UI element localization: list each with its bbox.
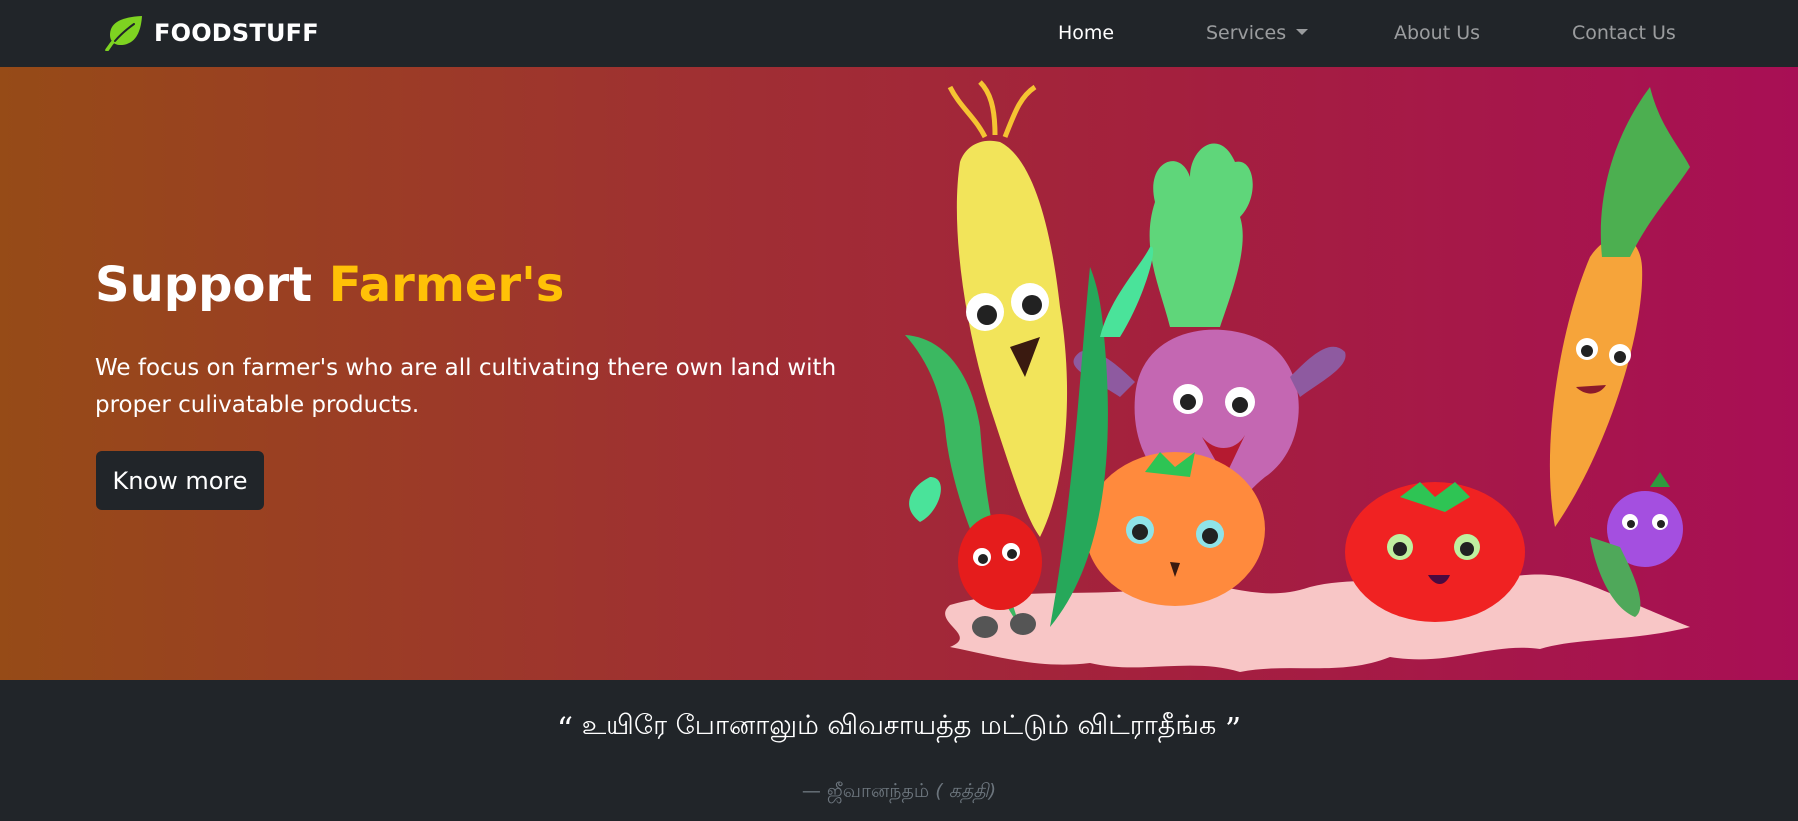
caret-down-icon xyxy=(1296,29,1309,35)
quote-text: “ உயிரே போனாலும் விவசாயத்த மட்டும் விட்ர… xyxy=(0,710,1798,748)
brand-link[interactable]: FOODSTUFF xyxy=(104,14,319,52)
brand-name: FOODSTUFF xyxy=(154,19,319,47)
vegetables-illustration xyxy=(905,80,1690,672)
nav-services-label: Services xyxy=(1206,22,1287,44)
quote-source: ( கத்தி) xyxy=(935,780,997,802)
nav-contact-us[interactable]: Contact Us xyxy=(1572,21,1676,45)
quote-section: “ உயிரே போனாலும் விவசாயத்த மட்டும் விட்ர… xyxy=(0,680,1798,821)
know-more-button[interactable]: Know more xyxy=(96,451,264,510)
nav-about-us[interactable]: About Us xyxy=(1394,21,1480,45)
attribution-dash: — xyxy=(801,780,821,802)
hero-title-prefix: Support xyxy=(95,257,313,313)
quote-body: உயிரே போனாலும் விவசாயத்த மட்டும் விட்ராத… xyxy=(581,710,1217,741)
hero-section: Support Farmer's We focus on farmer's wh… xyxy=(0,67,1798,680)
nav-services[interactable]: Services xyxy=(1206,21,1309,45)
nav-home[interactable]: Home xyxy=(1058,21,1114,45)
quote-author: ஜீவானந்தம் xyxy=(826,780,930,802)
open-quote-mark: “ xyxy=(556,710,574,748)
hero-title: Support Farmer's xyxy=(95,257,564,313)
close-quote-mark: ” xyxy=(1224,710,1242,748)
hero-title-accent: Farmer's xyxy=(328,257,565,313)
hero-description: We focus on farmer's who are all cultiva… xyxy=(95,355,837,418)
leaf-icon xyxy=(105,16,142,51)
quote-attribution: — ஜீவானந்தம் ( கத்தி) xyxy=(0,780,1798,805)
navbar: FOODSTUFF Home Services About Us Contact… xyxy=(0,0,1798,67)
